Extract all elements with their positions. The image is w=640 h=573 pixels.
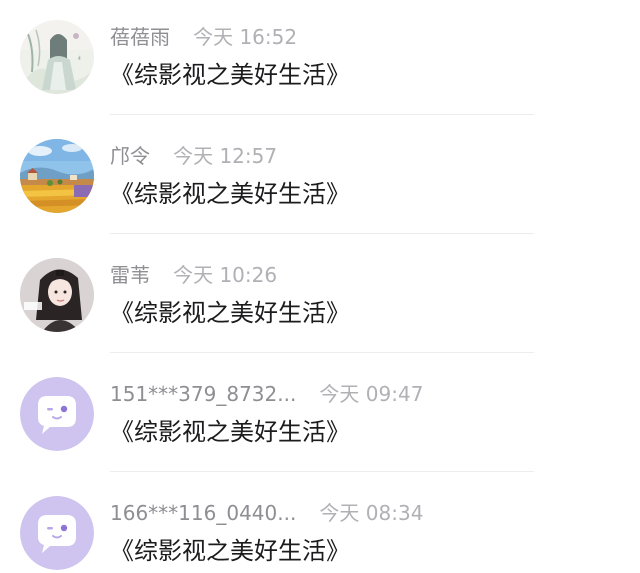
user-name[interactable]: 蓓蓓雨 <box>110 25 170 49</box>
svg-text:纟: 纟 <box>78 56 83 62</box>
divider <box>110 233 534 234</box>
timestamp: 今天 16:52 <box>193 25 298 49</box>
comment-meta: 邝令 今天 12:57 <box>110 141 277 171</box>
avatar[interactable] <box>20 258 94 332</box>
comment-meta: 166***116_0440... 今天 08:34 <box>110 498 423 528</box>
user-name[interactable]: 邝令 <box>110 144 150 168</box>
comment-text[interactable]: 《综影视之美好生活》 <box>110 296 350 330</box>
user-name[interactable]: 166***116_0440... <box>110 501 296 525</box>
comment-item[interactable]: 邝令 今天 12:57 《综影视之美好生活》 <box>0 119 640 238</box>
user-name[interactable]: 雷苇 <box>110 263 150 287</box>
comment-list: 纟 蓓蓓雨 今天 16:52 《综影视之美好生活》 邝令 今天 12:57 《综… <box>0 0 640 573</box>
avatar[interactable] <box>20 496 94 570</box>
divider <box>110 114 534 115</box>
ink-painting-girl-avatar-icon: 纟 <box>20 20 94 94</box>
timestamp: 今天 10:26 <box>173 263 278 287</box>
timestamp: 今天 09:47 <box>319 382 424 406</box>
default-chat-bubble-avatar-icon <box>20 496 94 570</box>
comment-item[interactable]: 纟 蓓蓓雨 今天 16:52 《综影视之美好生活》 <box>0 0 640 119</box>
comment-meta: 蓓蓓雨 今天 16:52 <box>110 22 297 52</box>
divider <box>110 352 534 353</box>
avatar[interactable] <box>20 377 94 451</box>
comment-item[interactable]: 166***116_0440... 今天 08:34 《综影视之美好生活》 <box>0 476 640 573</box>
comment-item[interactable]: 雷苇 今天 10:26 《综影视之美好生活》 <box>0 238 640 357</box>
default-chat-bubble-avatar-icon <box>20 377 94 451</box>
avatar[interactable]: 纟 <box>20 20 94 94</box>
comment-item[interactable]: 151***379_8732... 今天 09:47 《综影视之美好生活》 <box>0 357 640 476</box>
divider <box>110 471 534 472</box>
comment-text[interactable]: 《综影视之美好生活》 <box>110 58 350 92</box>
girl-photo-avatar-icon <box>20 258 94 332</box>
comment-meta: 151***379_8732... 今天 09:47 <box>110 379 423 409</box>
landscape-painting-avatar-icon <box>20 139 94 213</box>
user-name[interactable]: 151***379_8732... <box>110 382 296 406</box>
timestamp: 今天 12:57 <box>173 144 278 168</box>
comment-text[interactable]: 《综影视之美好生活》 <box>110 534 350 568</box>
comment-meta: 雷苇 今天 10:26 <box>110 260 277 290</box>
comment-text[interactable]: 《综影视之美好生活》 <box>110 415 350 449</box>
comment-text[interactable]: 《综影视之美好生活》 <box>110 177 350 211</box>
avatar[interactable] <box>20 139 94 213</box>
timestamp: 今天 08:34 <box>319 501 424 525</box>
